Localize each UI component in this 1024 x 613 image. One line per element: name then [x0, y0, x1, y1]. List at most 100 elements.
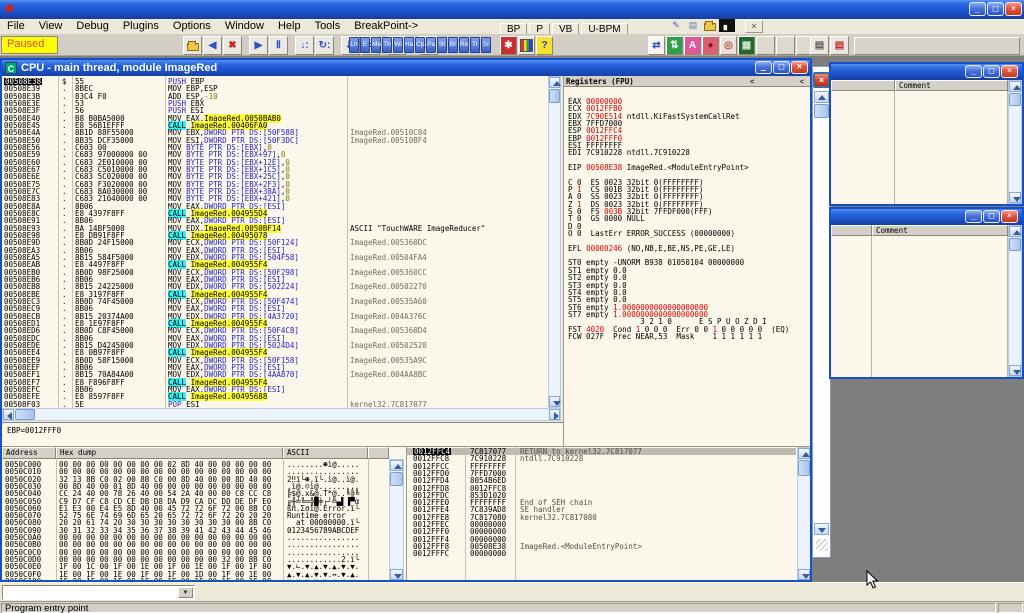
scroll-down-button[interactable] — [814, 523, 829, 535]
dump-row[interactable]: 0050C1001F 00 1F 00 1F 00 1F 00 1F 00 1F… — [2, 578, 406, 580]
dump-header-address[interactable]: Address — [2, 447, 56, 459]
disasm-address[interactable]: 00508F03 — [4, 401, 40, 408]
dump-header-ascii[interactable]: ASCII — [283, 447, 368, 459]
minimize-button[interactable]: _ — [965, 210, 982, 223]
scroll-up-button[interactable] — [814, 91, 829, 103]
comment-window-bottom-body[interactable] — [831, 236, 1008, 377]
stack-row[interactable]: 0012FFD48054B6ED — [407, 477, 796, 484]
register-line[interactable]: FCW 027F Prec NEAR,53 Mask 1 1 1 1 1 1 — [568, 333, 808, 340]
stack-row[interactable]: 0012FFDC853D1020 — [407, 492, 796, 499]
toolbar-blank-button[interactable] — [776, 36, 795, 55]
comment-window-bottom-titlebar[interactable]: _□× — [831, 209, 1022, 225]
restore-button[interactable]: □ — [773, 61, 790, 74]
comment-window-bottom-scrollbar[interactable] — [1008, 225, 1022, 377]
comment-window-top-body[interactable] — [831, 91, 1008, 204]
register-line[interactable]: EDI 7C910228 ntdll.7C910228 — [568, 149, 808, 156]
scrollbar-thumb[interactable] — [798, 460, 810, 476]
menu-file[interactable]: File — [0, 19, 32, 34]
pause-button[interactable]: Ⅱ — [269, 36, 288, 55]
stack-row[interactable]: 0012FFD80012FFC8 — [407, 485, 796, 492]
toolbar-letter-re[interactable]: Re — [459, 37, 469, 53]
info-pane[interactable]: EBP=0012FFF0 — [2, 422, 563, 446]
register-line[interactable]: T 0 GS 0000 NULL — [568, 215, 808, 222]
cpu-window[interactable]: C CPU - main thread, module ImageRed _□×… — [0, 58, 812, 582]
comment-window-top-titlebar[interactable]: _□× — [831, 64, 1022, 80]
editor-icon[interactable]: ✎ — [668, 19, 684, 32]
restore-button[interactable]: □ — [983, 210, 1000, 223]
binary-button[interactable]: ▦ — [738, 36, 755, 55]
close-program-button[interactable]: ✖ — [223, 36, 242, 55]
register-line[interactable]: EIP 00508E38 ImageRed.<ModuleEntryPoint> — [568, 164, 808, 171]
close-button[interactable]: × — [1001, 65, 1018, 78]
toolbar-letter-ha[interactable]: Ha — [404, 37, 414, 53]
column-header-comment[interactable]: Comment — [895, 80, 1008, 91]
disassembler-vscrollbar[interactable] — [548, 76, 561, 408]
toolbar-letter-me[interactable]: Me — [371, 37, 381, 53]
column-header-blank[interactable] — [831, 80, 895, 91]
stack-row[interactable]: 0012FFE0FFFFFFFFEnd of SEH chain — [407, 499, 796, 506]
console-icon[interactable]: ▖ — [719, 19, 735, 32]
comment-window-top[interactable]: _□× Comment — [829, 62, 1024, 206]
register-line[interactable]: O 0 LastErr ERROR_SUCCESS (00000000) — [568, 230, 808, 237]
open-file-button[interactable] — [183, 36, 202, 55]
menu-view[interactable]: View — [32, 19, 70, 34]
minimize-button[interactable]: _ — [755, 61, 772, 74]
folder-icon[interactable] — [702, 19, 718, 32]
run-button[interactable]: ▶ — [249, 36, 268, 55]
stack-row[interactable]: 0012FFEC00000000 — [407, 521, 796, 528]
spiral-button[interactable]: ◎ — [720, 36, 737, 55]
toolbar-letter-st[interactable]: St — [437, 37, 447, 53]
column-header-blank[interactable] — [831, 225, 872, 236]
scrollbar-thumb[interactable] — [15, 409, 35, 420]
dump-pane[interactable]: Address Hex dump ASCII 0050C00000 00 00 … — [2, 446, 406, 580]
disassembler-pane[interactable]: 00508E38$55PUSH EBP00508E39.8BECMOV EBP,… — [2, 76, 548, 408]
cpu-titlebar[interactable]: C CPU - main thread, module ImageRed _□× — [2, 60, 810, 76]
close-button[interactable]: × — [1005, 2, 1022, 16]
comment-window-top-scrollbar[interactable] — [1008, 80, 1022, 204]
toolbar-letter-cp[interactable]: Cp — [415, 37, 425, 53]
disassembler-hscrollbar[interactable] — [2, 408, 561, 421]
toolbar-letter-ln[interactable]: Ln — [349, 37, 359, 53]
restart-button[interactable]: ◀ — [203, 36, 222, 55]
notepad-icon[interactable]: ▤ — [685, 19, 701, 32]
menu-options[interactable]: Options — [166, 19, 218, 34]
minimize-button[interactable]: _ — [965, 65, 982, 78]
options-gear-button[interactable]: ✱ — [500, 36, 517, 55]
dump-header-hex[interactable]: Hex dump — [56, 447, 283, 459]
stack-row[interactable]: 0012FFE87C817080kernel32.7C817080 — [407, 514, 796, 521]
stack-pane[interactable]: 0012FFC47C817077RETURN to kernel32.7C817… — [406, 446, 810, 580]
command-input[interactable]: ▼ — [2, 585, 195, 600]
menu-breakpoint[interactable]: BreakPoint-> — [347, 19, 425, 34]
step-into-button[interactable]: ↓: — [295, 36, 314, 55]
toolbar-blank-button[interactable] — [756, 36, 775, 55]
restore-button[interactable]: □ — [987, 2, 1004, 16]
scrollbar-thumb[interactable] — [1009, 238, 1021, 251]
menu-plugins[interactable]: Plugins — [116, 19, 166, 34]
toolbar-letter-sr[interactable]: Sr — [481, 37, 491, 53]
record-button[interactable]: ● — [702, 36, 719, 55]
help-button[interactable]: ? — [536, 36, 553, 55]
breakpoint-list-button[interactable]: ▤ — [830, 36, 849, 55]
comment-window-bottom[interactable]: _□× Comment — [829, 207, 1024, 379]
column-header-comment[interactable]: Comment — [872, 225, 1008, 236]
appearance-button[interactable] — [518, 36, 535, 55]
stack-vscrollbar[interactable] — [797, 447, 810, 580]
swap-arrows-button[interactable]: ⇄ — [648, 36, 665, 55]
toolbar-letter-wi[interactable]: Wi — [393, 37, 403, 53]
close-button[interactable]: × — [1001, 210, 1018, 223]
stack-row[interactable]: 0012FFC87C910228ntdll.7C910228 — [407, 455, 796, 462]
minimize-button[interactable]: _ — [969, 2, 986, 16]
menu-window[interactable]: Window — [218, 19, 271, 34]
stack-row[interactable]: 0012FFCCFFFFFFFF — [407, 463, 796, 470]
toolbar-letter-pa[interactable]: Pa — [426, 37, 436, 53]
toolbar-letter-th[interactable]: Th — [382, 37, 392, 53]
stack-row[interactable]: 0012FFF000000000 — [407, 528, 796, 535]
disasm-row[interactable]: 00508F03.5EPOP ESIkernel32.7C817077 — [2, 401, 548, 408]
background-window-close-button[interactable]: × — [813, 72, 830, 88]
plugin-close-button[interactable]: × — [745, 20, 763, 33]
stack-row[interactable]: 0012FFC47C817077RETURN to kernel32.7C817… — [407, 448, 796, 455]
stack-row[interactable]: 0012FFE47C839AD8SE handler — [407, 506, 796, 513]
registers-nav-buttons[interactable]: < < — [750, 76, 804, 87]
restore-button[interactable]: □ — [983, 65, 1000, 78]
stack-row[interactable]: 0012FFFC00000000 — [407, 550, 796, 557]
